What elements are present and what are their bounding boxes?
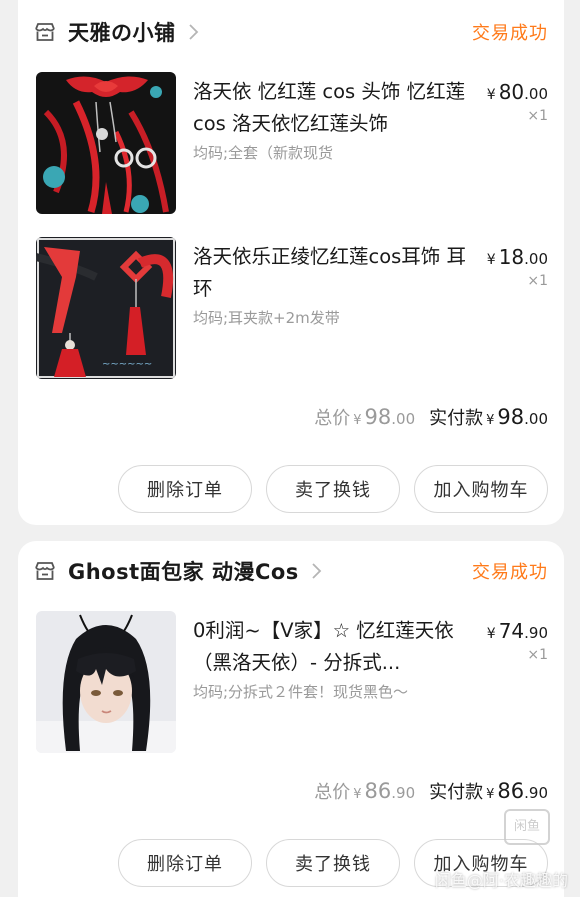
order-item[interactable]: ~~~~~~ 洛天依乐正绫忆红莲cos耳饰 耳环 均码;耳夹款+2m发带 ¥18… (36, 237, 548, 381)
order-item[interactable]: 洛天依 忆红莲 cos 头饰 忆红莲cos 洛天依忆红莲头饰 均码;全套（新款现… (36, 72, 548, 216)
product-image[interactable] (36, 611, 176, 753)
product-quantity: ×1 (527, 273, 548, 289)
shop-name[interactable]: 天雅の小铺 (68, 17, 176, 47)
total-label: 总价 (314, 782, 351, 803)
product-spec: 均码;耳夹款+2m发带 (193, 309, 340, 327)
total-amount: ¥98.00 (353, 405, 416, 429)
paid-label: 实付款 (429, 782, 484, 803)
chevron-right-icon (312, 563, 322, 579)
product-spec: 均码;全套（新款现货 (193, 144, 334, 162)
order-card: 天雅の小铺 交易成功 洛天依 忆红莲 cos 头饰 忆红莲cos 洛天依忆红莲头… (18, 0, 564, 525)
paid-amount: ¥86.90 (486, 779, 548, 803)
product-price: ¥18.00 (486, 245, 548, 269)
product-image[interactable]: ~~~~~~ (36, 237, 176, 379)
order-item[interactable]: 0利润~【V家】☆ 忆红莲天依（黑洛天依）- 分拆式... 均码;分拆式２件套！… (36, 611, 548, 755)
paid-amount: ¥98.00 (486, 405, 548, 429)
add-to-cart-button[interactable]: 加入购物车 (414, 465, 548, 513)
resell-button[interactable]: 卖了换钱 (266, 839, 400, 887)
watermark: 闲鱼@阿·农趣趣的 (434, 871, 568, 890)
shop-icon (35, 562, 55, 580)
shop-icon (35, 23, 55, 41)
order-status: 交易成功 (472, 23, 548, 44)
chevron-right-icon (188, 24, 198, 40)
product-spec: 均码;分拆式２件套！现货黑色～ (193, 683, 409, 701)
shop-header[interactable]: Ghost面包家 动漫Cos 交易成功 (34, 553, 548, 589)
order-status: 交易成功 (472, 562, 548, 583)
product-price: ¥74.90 (486, 619, 548, 643)
order-card: Ghost面包家 动漫Cos 交易成功 0利润~【V家】☆ 忆红莲天依（黑洛天依… (18, 541, 564, 897)
product-title[interactable]: 0利润~【V家】☆ 忆红莲天依（黑洛天依）- 分拆式... (193, 615, 471, 679)
order-totals: 总价 ¥86.90 实付款 ¥86.90 (314, 778, 548, 808)
shop-header[interactable]: 天雅の小铺 交易成功 (34, 14, 548, 50)
total-amount: ¥86.90 (353, 779, 416, 803)
product-title[interactable]: 洛天依乐正绫忆红莲cos耳饰 耳环 (193, 241, 471, 305)
total-label: 总价 (314, 408, 351, 429)
delete-order-button[interactable]: 删除订单 (118, 465, 252, 513)
product-quantity: ×1 (527, 108, 548, 124)
shop-name[interactable]: Ghost面包家 动漫Cos (68, 556, 299, 586)
product-price: ¥80.00 (486, 80, 548, 104)
svg-text:~~~~~~: ~~~~~~ (102, 359, 152, 370)
product-quantity: ×1 (527, 647, 548, 663)
delete-order-button[interactable]: 删除订单 (118, 839, 252, 887)
product-title[interactable]: 洛天依 忆红莲 cos 头饰 忆红莲cos 洛天依忆红莲头饰 (193, 76, 471, 140)
watermark-logo: 闲鱼 (504, 809, 550, 845)
resell-button[interactable]: 卖了换钱 (266, 465, 400, 513)
order-totals: 总价 ¥98.00 实付款 ¥98.00 (314, 404, 548, 434)
paid-label: 实付款 (429, 408, 484, 429)
order-actions: 删除订单 卖了换钱 加入购物车 (118, 465, 548, 513)
product-image[interactable] (36, 72, 176, 214)
